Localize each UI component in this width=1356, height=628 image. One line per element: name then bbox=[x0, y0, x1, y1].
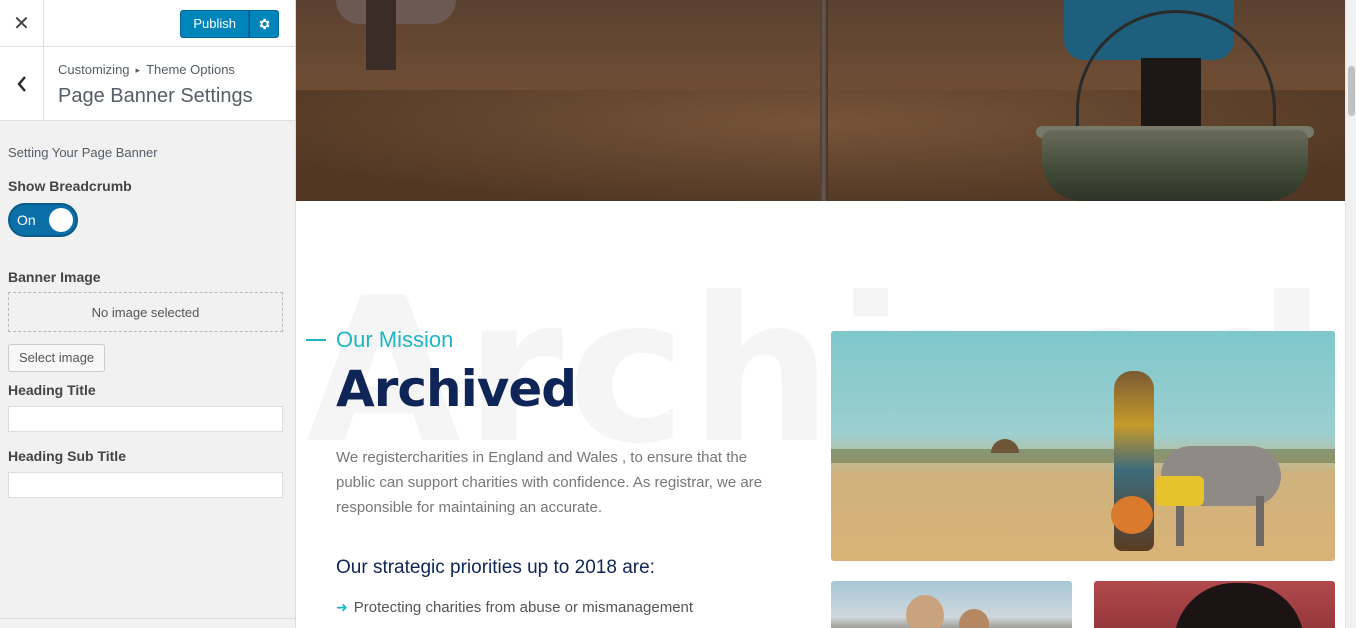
photo-face bbox=[959, 609, 989, 628]
close-customizer-button[interactable]: ✕ bbox=[0, 0, 44, 47]
gear-icon bbox=[259, 18, 270, 30]
customizer-sidebar: ✕ Publish Customizing ▸ Theme Options Page… bbox=[0, 0, 296, 628]
heading-sub-title-input[interactable] bbox=[8, 472, 283, 498]
list-item-text: Protecting charities from abuse or misma… bbox=[353, 599, 694, 616]
back-button[interactable] bbox=[0, 47, 44, 120]
chevron-left-icon bbox=[16, 75, 26, 92]
show-breadcrumb-label: Show Breadcrumb bbox=[8, 178, 132, 194]
publish-group: Publish bbox=[180, 10, 279, 38]
breadcrumb-parent: Theme Options bbox=[146, 62, 235, 77]
breadcrumb-root: Customizing bbox=[58, 62, 130, 77]
gallery-photo-2 bbox=[1094, 581, 1335, 628]
kicker-line bbox=[306, 339, 326, 341]
kicker-text: Our Mission bbox=[336, 327, 454, 352]
publish-settings-button[interactable] bbox=[249, 10, 279, 38]
toggle-knob bbox=[49, 208, 73, 232]
photo-face bbox=[906, 595, 944, 628]
section-header: Customizing ▸ Theme Options Page Banner Se… bbox=[0, 47, 295, 121]
show-breadcrumb-toggle[interactable]: On bbox=[8, 203, 78, 237]
customizer-header: ✕ Publish bbox=[0, 0, 295, 47]
publish-button[interactable]: Publish bbox=[180, 10, 249, 38]
scroll-thumb[interactable] bbox=[1348, 66, 1355, 116]
mission-paragraph: We registercharities in England and Wale… bbox=[336, 449, 763, 516]
breadcrumb-separator-icon: ▸ bbox=[135, 65, 141, 75]
hero-cloth bbox=[336, 0, 456, 24]
heading-title-label: Heading Title bbox=[8, 382, 96, 398]
photo-jerrycan bbox=[1156, 476, 1204, 506]
section-title: Page Banner Settings bbox=[58, 85, 253, 107]
banner-image-label: Banner Image bbox=[8, 269, 101, 285]
preview-scrollbar[interactable] bbox=[1345, 0, 1356, 628]
list-item: ➜ Protecting charities from abuse or mis… bbox=[336, 599, 693, 616]
photo-pot bbox=[1111, 496, 1153, 534]
hero-basin bbox=[1042, 130, 1308, 201]
select-image-button[interactable]: Select image bbox=[8, 344, 106, 372]
mission-photo bbox=[831, 331, 1335, 561]
photo-hut bbox=[991, 439, 1019, 453]
toggle-state-text: On bbox=[17, 212, 36, 228]
page-headline: Archived bbox=[336, 360, 577, 418]
banner-image-placeholder: No image selected bbox=[8, 292, 283, 332]
heading-sub-title-label: Heading Sub Title bbox=[8, 448, 126, 464]
hero-image bbox=[296, 0, 1345, 201]
photo-donkey-leg bbox=[1256, 496, 1264, 546]
site-preview: Archived Our Mission Archived We registe… bbox=[296, 0, 1345, 628]
hero-pole bbox=[820, 0, 828, 201]
breadcrumb: Customizing ▸ Theme Options bbox=[58, 62, 235, 77]
gallery-photo-1 bbox=[831, 581, 1072, 628]
mission-kicker: Our Mission bbox=[306, 327, 453, 353]
section-description: Setting Your Page Banner bbox=[8, 145, 158, 160]
hero-drape bbox=[366, 0, 396, 70]
photo-hair bbox=[1174, 583, 1304, 628]
arrow-right-icon: ➜ bbox=[336, 599, 348, 615]
heading-title-input[interactable] bbox=[8, 406, 283, 432]
priorities-heading: Our strategic priorities up to 2018 are: bbox=[336, 557, 655, 578]
controls-panel: Setting Your Page Banner Show Breadcrumb… bbox=[0, 145, 295, 498]
close-icon: ✕ bbox=[13, 13, 30, 35]
sidebar-footer bbox=[0, 618, 295, 628]
